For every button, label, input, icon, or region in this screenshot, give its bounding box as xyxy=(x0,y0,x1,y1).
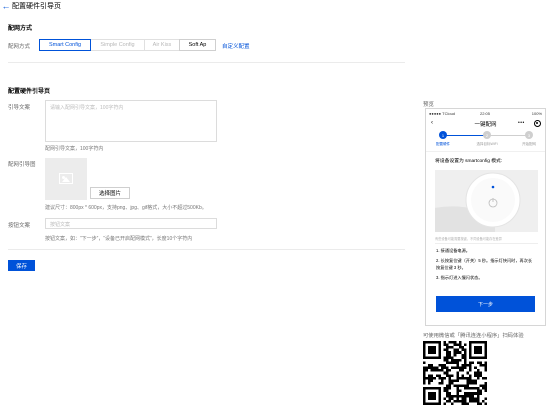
step-dot-1: 1 xyxy=(439,131,447,139)
step-progress-line xyxy=(487,135,529,136)
device-hint: 有些设备可能需要按键，不同设备可能存在差异 xyxy=(435,237,502,241)
step-label-2: 选择目标WiFi xyxy=(476,142,498,146)
button-text-placeholder: 按钮文案 xyxy=(50,222,71,228)
qr-code-icon xyxy=(423,341,487,407)
option-simple-config[interactable]: Simple Config xyxy=(90,39,145,51)
status-time: 22:05 xyxy=(480,111,491,116)
top-bar: ← 配置硬件引导页 xyxy=(0,0,554,12)
button-text-hint: 按钮文案，如：“下一步”，“设备已开启配网模式”，长度10个字符内 xyxy=(45,236,193,242)
network-mode-selector: Smart Config Simple Config Air Kiss Soft… xyxy=(39,39,216,51)
phone-preview: ●●●●● TCloud 22:05 100% ‹ 一键配网 ••• 1 2 3… xyxy=(425,108,546,326)
save-button[interactable]: 保存 xyxy=(8,260,35,271)
more-icon: ••• xyxy=(518,120,525,126)
option-soft-ap[interactable]: Soft Ap xyxy=(179,39,216,51)
divider xyxy=(8,62,405,63)
divider xyxy=(426,151,545,152)
guide-image-hint: 建议尺寸：800px * 600px，支持png、jpg、gif格式，大小不超过… xyxy=(45,205,207,211)
network-mode-label: 配网方式 xyxy=(8,44,31,50)
guide-text-input[interactable]: 请输入配网引导文案，100字符内 xyxy=(45,100,217,142)
guide-section-title: 配置硬件引导页 xyxy=(8,89,51,95)
target-icon xyxy=(534,120,541,127)
guide-text-placeholder: 请输入配网引导文案，100字符内 xyxy=(50,105,124,111)
preview-label: 预览 xyxy=(423,102,435,108)
select-image-button[interactable]: 选择图片 xyxy=(90,187,130,199)
phone-title: 一键配网 xyxy=(474,122,497,128)
custom-config-link[interactable]: 自定义配置 xyxy=(222,42,250,50)
button-text-input[interactable]: 按钮文案 xyxy=(45,218,217,229)
guide-text-label: 引导文案 xyxy=(8,105,31,111)
divider xyxy=(8,249,405,250)
phone-header: ‹ 一键配网 ••• xyxy=(426,117,545,131)
device-switch-image xyxy=(435,170,538,232)
carrier-text: ●●●●● TCloud xyxy=(429,111,456,116)
step-text-3: 3. 指示灯进入慢闪状态。 xyxy=(436,275,483,280)
instruction-text: 将设备设置为 smartconfig 模式: xyxy=(435,159,503,164)
step-dot-3: 3 xyxy=(525,131,533,139)
phone-status-bar: ●●●●● TCloud 22:05 100% xyxy=(426,109,545,117)
page-title: 配置硬件引导页 xyxy=(12,3,61,10)
step-label-1: 配置硬件 xyxy=(436,142,450,146)
guide-image-preview xyxy=(45,158,87,200)
guide-text-hint: 配网引导文案，100字符内 xyxy=(45,146,104,152)
step-label-3: 开始配网 xyxy=(522,142,536,146)
device-illustration xyxy=(435,170,538,232)
guide-image-label: 配网引导图 xyxy=(8,162,36,168)
step-text-2: 2. 长按复位键（开关）5 秒。指示灯快闪时，再次长按复位键 3 秒。 xyxy=(436,258,533,270)
miniapp-tip: 可使用微信或「腾讯连连小程序」扫码体验 xyxy=(423,333,524,339)
button-text-label: 按钮文案 xyxy=(8,223,31,229)
divider xyxy=(435,243,538,244)
step-dot-2: 2 xyxy=(483,131,491,139)
option-air-kiss[interactable]: Air Kiss xyxy=(144,39,180,51)
step-text-1: 1. 接通设备电源。 xyxy=(436,248,470,253)
step-progress-line xyxy=(443,135,487,136)
next-button[interactable]: 下一步 xyxy=(436,296,535,312)
option-smart-config[interactable]: Smart Config xyxy=(39,39,91,51)
network-section-title: 配网方式 xyxy=(8,26,33,32)
image-placeholder-icon xyxy=(59,173,73,184)
battery-text: 100% xyxy=(531,111,542,116)
arrow-left-icon[interactable]: ← xyxy=(0,1,12,11)
